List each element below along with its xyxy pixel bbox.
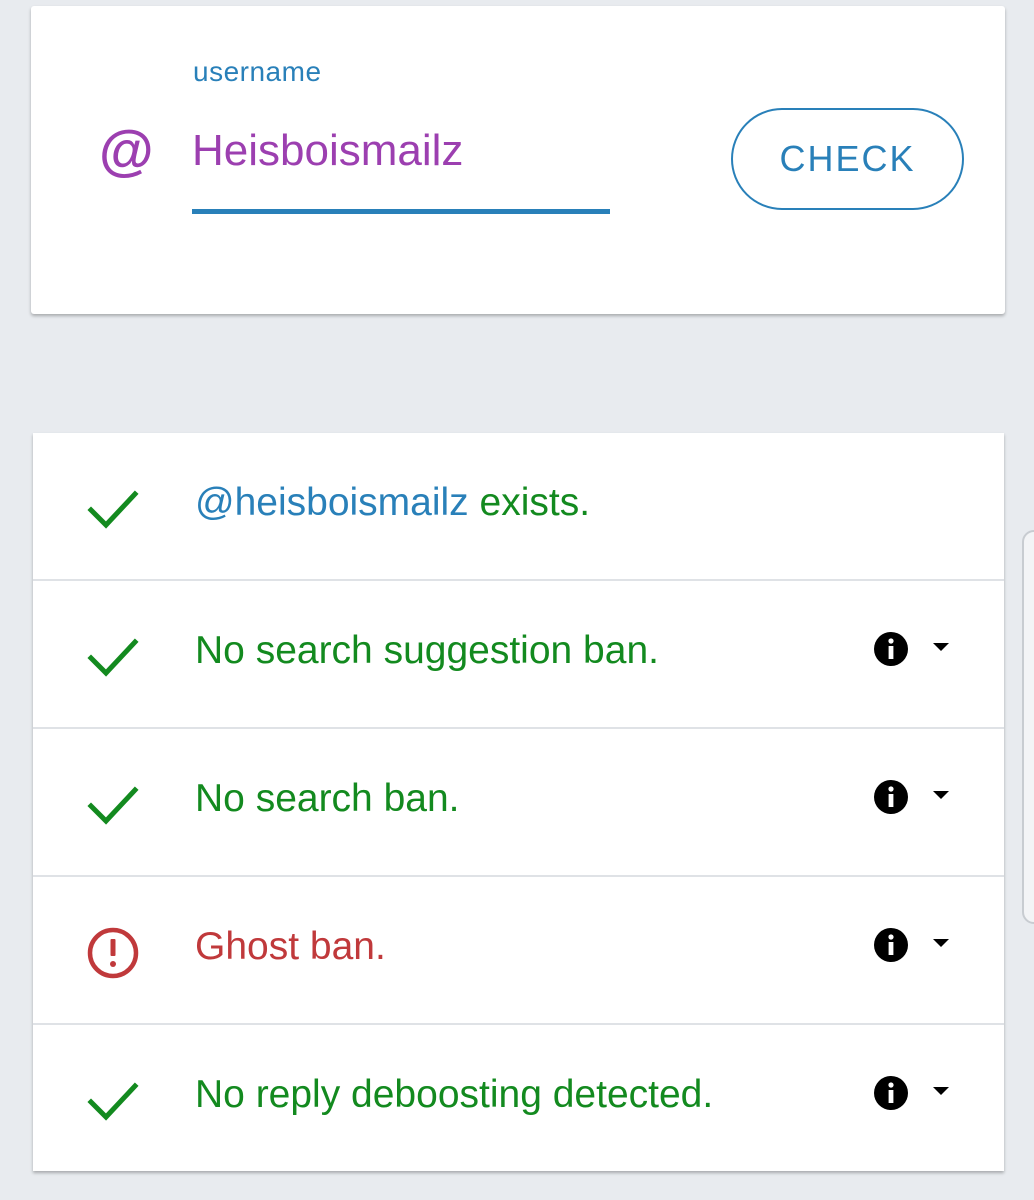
username-field-label: username — [193, 56, 322, 87]
username-search-card: username @ CHECK — [31, 6, 1005, 314]
result-text: Ghost ban. — [195, 925, 386, 968]
result-row-search-suggestion-ban: No search suggestion ban. — [33, 581, 1004, 729]
username-input[interactable] — [192, 116, 610, 186]
info-icon[interactable] — [873, 1075, 909, 1111]
exists-suffix: exists. — [468, 481, 591, 524]
chevron-down-icon[interactable] — [931, 1085, 951, 1097]
check-icon — [87, 786, 139, 825]
result-text: No reply deboosting detected. — [195, 1073, 714, 1116]
check-icon — [87, 490, 139, 529]
result-row-ghost-ban: Ghost ban. — [33, 877, 1004, 1025]
alert-circle-icon — [87, 927, 139, 979]
check-icon — [87, 638, 139, 677]
info-icon[interactable] — [873, 927, 909, 963]
chevron-down-icon[interactable] — [931, 641, 951, 653]
result-row-search-ban: No search ban. — [33, 729, 1004, 877]
result-row-reply-deboosting: No reply deboosting detected. — [33, 1025, 1004, 1171]
result-text: No search ban. — [195, 777, 460, 820]
result-text: No search suggestion ban. — [195, 629, 659, 672]
input-underline — [192, 209, 610, 214]
check-icon — [87, 1082, 139, 1121]
scrollbar-handle[interactable] — [1022, 530, 1034, 924]
check-button[interactable]: CHECK — [731, 108, 964, 210]
info-icon[interactable] — [873, 779, 909, 815]
profile-handle-link[interactable]: @heisboismailz — [195, 481, 469, 524]
at-sign-icon: @ — [99, 118, 154, 181]
result-text-exists: @heisboismailz exists. — [195, 481, 590, 525]
results-list: @heisboismailz exists. No search suggest… — [33, 433, 1004, 1171]
chevron-down-icon[interactable] — [931, 937, 951, 949]
result-row-exists: @heisboismailz exists. — [33, 433, 1004, 581]
chevron-down-icon[interactable] — [931, 789, 951, 801]
info-icon[interactable] — [873, 631, 909, 667]
